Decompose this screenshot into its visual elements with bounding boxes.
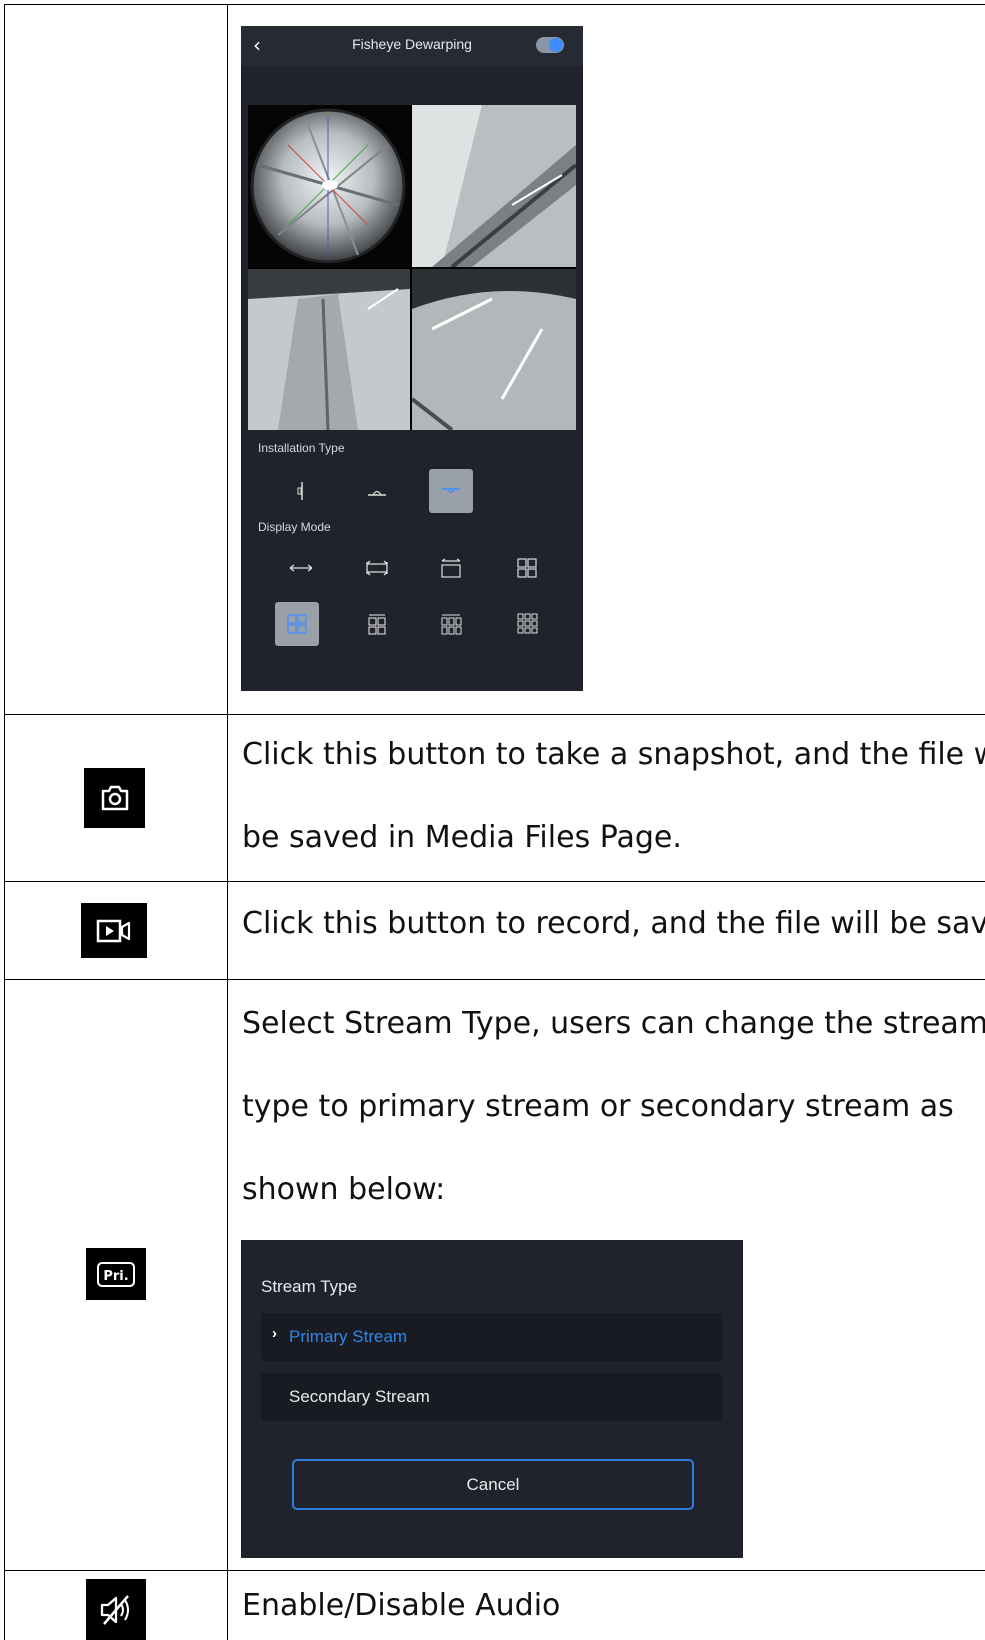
video-view — [248, 105, 576, 430]
fisheye-app-screenshot: ‹ Fisheye Dewarping Installation Type Di… — [241, 26, 583, 691]
dewarp-toggle[interactable] — [536, 37, 564, 53]
snapshot-button[interactable] — [84, 768, 145, 828]
row-divider — [4, 714, 985, 715]
secondary-stream-label: Secondary Stream — [289, 1387, 430, 1406]
record-description: Click this button to record, and the fil… — [242, 906, 985, 941]
stream-description-line1: Select Stream Type, users can change the… — [242, 1006, 985, 1041]
snapshot-description-line2: be saved in Media Files Page. — [242, 820, 682, 855]
camera-icon — [101, 785, 128, 811]
cancel-button[interactable]: Cancel — [292, 1459, 694, 1510]
dewarped-view-4[interactable] — [412, 269, 576, 430]
dewarped-view-2[interactable] — [412, 105, 576, 267]
table-top-border — [4, 4, 985, 5]
display-mode-4r[interactable] — [505, 546, 549, 590]
mute-speaker-icon — [100, 1594, 129, 1625]
installation-type-label: Installation Type — [258, 441, 345, 455]
row-divider — [4, 881, 985, 882]
nine-grid-icon — [517, 613, 538, 634]
ceiling-mount-icon — [368, 490, 386, 496]
panorama-icon — [289, 564, 313, 572]
wall-mount-button[interactable] — [279, 469, 323, 513]
primary-stream-option[interactable]: › Primary Stream — [261, 1313, 722, 1361]
pri-stream-icon-label: Pri. — [103, 1268, 129, 1284]
row-divider — [4, 1570, 985, 1571]
display-mode-1o-2p-grid[interactable] — [355, 602, 399, 646]
stream-type-dialog: Stream Type › Primary Stream Secondary S… — [241, 1240, 743, 1558]
snapshot-description-line1: Click this button to take a snapshot, an… — [242, 737, 985, 772]
ceiling-mount-button[interactable] — [355, 469, 399, 513]
secondary-stream-option[interactable]: Secondary Stream — [261, 1373, 722, 1421]
table-left-border — [4, 4, 5, 1640]
display-mode-1o-8r[interactable] — [505, 602, 549, 646]
panorama-six-grid-icon — [441, 614, 462, 635]
chevron-right-icon: › — [272, 1325, 277, 1342]
video-record-icon — [96, 919, 131, 942]
display-mode-1o-4r[interactable] — [429, 602, 473, 646]
wall-mount-icon — [297, 482, 303, 500]
audio-toggle-button[interactable] — [86, 1579, 146, 1640]
original-plus-three-icon — [287, 614, 307, 634]
row-divider — [4, 979, 985, 980]
panorama-grid-icon — [368, 614, 386, 635]
stream-description-line3: shown below: — [242, 1172, 446, 1207]
pri-stream-icon: Pri. — [97, 1261, 135, 1287]
display-mode-1o-3r[interactable] — [275, 602, 319, 646]
column-divider — [227, 4, 228, 1640]
app-header: ‹ Fisheye Dewarping — [241, 26, 583, 66]
fisheye-original-view[interactable] — [248, 105, 410, 267]
quad-view-icon — [517, 558, 537, 578]
dialog-title: Stream Type — [261, 1277, 358, 1296]
audio-description: Enable/Disable Audio — [242, 1588, 561, 1623]
toggle-knob — [549, 38, 563, 52]
app-title: Fisheye Dewarping — [352, 36, 472, 52]
record-button[interactable] — [81, 903, 147, 958]
stream-description-line2: type to primary stream or secondary stre… — [242, 1089, 954, 1124]
display-mode-1p[interactable] — [279, 546, 323, 590]
primary-stream-label: Primary Stream — [289, 1327, 408, 1346]
original-plus-panorama-icon — [441, 558, 461, 578]
dewarped-view-3[interactable] — [248, 269, 410, 430]
display-mode-label: Display Mode — [258, 520, 331, 534]
stream-type-button[interactable]: Pri. — [86, 1248, 146, 1300]
desktop-mount-icon — [442, 488, 460, 493]
double-panorama-icon — [366, 560, 388, 576]
desktop-mount-button[interactable] — [429, 469, 473, 513]
display-mode-1o-1p[interactable] — [429, 546, 473, 590]
display-mode-2p[interactable] — [355, 546, 399, 590]
